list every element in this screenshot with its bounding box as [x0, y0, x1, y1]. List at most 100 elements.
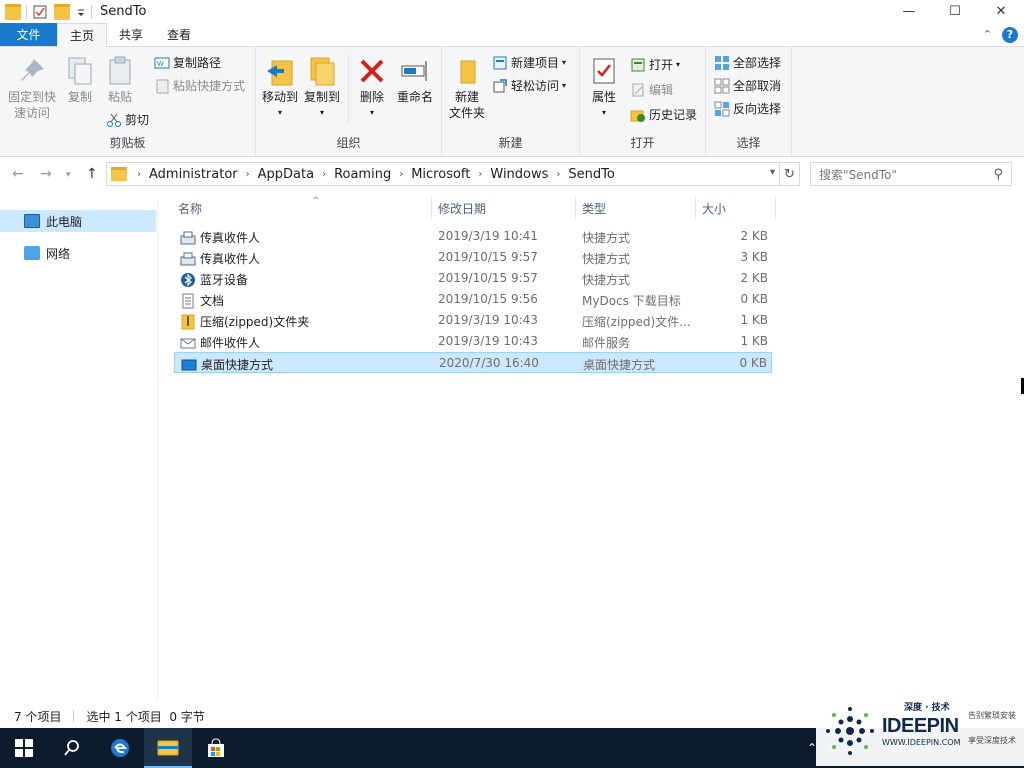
open-button[interactable]: 打开 ▾: [630, 57, 680, 73]
history-button[interactable]: 历史记录: [630, 107, 697, 123]
crumb-roaming[interactable]: Roaming: [330, 167, 395, 182]
table-row[interactable]: 传真收件人 2019/3/19 10:41 快捷方式 2 KB: [174, 226, 772, 247]
copy-to-icon: [306, 55, 338, 87]
new-folder-button[interactable]: 新建 文件夹: [446, 55, 488, 121]
tab-home[interactable]: 主页: [57, 23, 108, 47]
maximize-button[interactable]: ☐: [932, 0, 978, 23]
ribbon-tabs: 文件 主页 共享 查看 ⌃ ?: [0, 23, 1024, 47]
minimize-button[interactable]: —: [886, 0, 932, 23]
copy-path-icon: W: [154, 55, 170, 71]
column-header-date[interactable]: 修改日期: [432, 196, 576, 220]
watermark-slogan-1: 告别繁琐安装: [968, 711, 1016, 720]
new-group-label: 新建: [498, 136, 523, 150]
select-group-label: 选择: [736, 136, 761, 150]
organize-group-label: 组织: [336, 136, 361, 150]
fax-icon: [180, 251, 196, 267]
tab-file[interactable]: 文件: [0, 23, 57, 46]
edge-taskbar-button[interactable]: [96, 728, 144, 768]
table-row-selected[interactable]: 桌面快捷方式 2020/7/30 16:40 桌面快捷方式 0 KB: [174, 352, 772, 373]
copy-path-button[interactable]: W 复制路径: [154, 55, 221, 71]
table-row[interactable]: 传真收件人 2019/10/15 9:57 快捷方式 3 KB: [174, 247, 772, 268]
new-folder-qa-icon[interactable]: [54, 3, 70, 20]
properties-button[interactable]: 属性 ▾: [586, 55, 622, 121]
rename-icon: [399, 55, 431, 87]
column-header-size[interactable]: 大小: [696, 196, 776, 220]
delete-x-icon: [356, 55, 388, 87]
watermark-top-text: 深度 · 技术: [904, 703, 950, 713]
search-taskbar-button[interactable]: [48, 728, 96, 768]
select-all-button[interactable]: 全部选择: [714, 55, 781, 71]
column-header-type[interactable]: 类型: [576, 196, 696, 220]
new-item-button[interactable]: 新建项目 ▾: [492, 55, 566, 71]
crumb-appdata[interactable]: AppData: [254, 167, 318, 182]
copy-to-button[interactable]: 复制到 ▾: [302, 55, 342, 121]
select-none-button[interactable]: 全部取消: [714, 78, 781, 94]
computer-icon: [24, 214, 40, 228]
selection-info: 选中 1 个项目 0 字节: [86, 709, 205, 724]
start-button[interactable]: [0, 728, 48, 768]
window-title: SendTo: [100, 4, 147, 19]
title-bar: SendTo — ☐ ✕: [0, 0, 1024, 23]
column-header-name[interactable]: ^ 名称: [172, 196, 432, 220]
edge-icon: [111, 739, 129, 757]
search-input[interactable]: 搜索"SendTo" ⚲: [810, 162, 1012, 186]
paste-button[interactable]: 粘贴: [102, 55, 138, 105]
open-group: 属性 ▾ 打开 ▾ 编辑 历史记录 打开: [580, 47, 706, 155]
help-icon[interactable]: ?: [1002, 26, 1018, 43]
desktop-icon: [181, 357, 197, 373]
back-arrow-icon[interactable]: ←: [12, 166, 24, 182]
nav-item-network[interactable]: 网络: [0, 242, 156, 264]
search-icon: ⚲: [993, 167, 1003, 182]
svg-text:W: W: [157, 61, 164, 68]
tab-share[interactable]: 共享: [107, 23, 155, 46]
table-row[interactable]: 文档 2019/10/15 9:56 MyDocs 下载目标 0 KB: [174, 289, 772, 310]
properties-qa-icon[interactable]: [32, 4, 48, 20]
new-item-icon: [492, 55, 508, 71]
file-list: ^ 名称 修改日期 类型 大小 传真收件人 2019/3/19 10:41 快捷…: [158, 190, 1024, 700]
table-row[interactable]: 邮件收件人 2019/3/19 10:43 邮件服务 1 KB: [174, 331, 772, 352]
crumb-administrator[interactable]: Administrator: [145, 167, 242, 182]
store-taskbar-button[interactable]: [192, 728, 240, 768]
rename-button[interactable]: 重命名: [392, 55, 438, 105]
invert-selection-button[interactable]: 反向选择: [714, 101, 781, 117]
documents-icon: [180, 293, 196, 309]
forward-arrow-icon[interactable]: →: [40, 166, 52, 182]
paste-shortcut-button[interactable]: 粘贴快捷方式: [154, 78, 245, 94]
sort-ascending-icon: ^: [312, 196, 320, 206]
select-none-icon: [714, 78, 730, 94]
table-row[interactable]: 压缩(zipped)文件夹 2019/3/19 10:43 压缩(zipped)…: [174, 310, 772, 331]
paste-icon: [104, 55, 136, 87]
scissors-icon: [106, 112, 122, 128]
search-placeholder: 搜索"SendTo": [819, 167, 897, 182]
table-row[interactable]: 蓝牙设备 2019/10/15 9:57 快捷方式 2 KB: [174, 268, 772, 289]
invert-selection-icon: [714, 101, 730, 117]
nav-item-this-pc[interactable]: 此电脑: [0, 210, 156, 232]
crumb-windows[interactable]: Windows: [486, 167, 552, 182]
delete-button[interactable]: 删除 ▾: [354, 55, 390, 121]
clipboard-group-label: 剪贴板: [109, 136, 146, 150]
ideepin-watermark: 深度 · 技术 IDEEPIN WWW.IDEEPIN.COM 告别繁琐安装 享…: [816, 696, 1024, 766]
up-arrow-icon[interactable]: ↑: [86, 166, 98, 182]
refresh-icon[interactable]: ↻: [780, 162, 800, 186]
crumb-microsoft[interactable]: Microsoft: [407, 167, 474, 182]
expand-ribbon-icon[interactable]: ⌃: [983, 28, 992, 41]
file-explorer-taskbar-button[interactable]: [144, 728, 192, 768]
move-to-button[interactable]: 移动到 ▾: [260, 55, 300, 121]
move-to-icon: [264, 55, 296, 87]
crumb-sendto[interactable]: SendTo: [564, 167, 618, 182]
organize-group: 移动到 ▾ 复制到 ▾ 删除 ▾ 重命名 组织: [256, 47, 442, 155]
address-bar[interactable]: › Administrator › AppData › Roaming › Mi…: [106, 162, 780, 186]
windows-logo-icon: [15, 739, 33, 757]
customize-qa-icon[interactable]: [76, 4, 86, 20]
pin-quick-access-button[interactable]: 固定到快 速访问: [6, 55, 58, 121]
address-dropdown-chevron-icon[interactable]: ▾: [770, 167, 775, 178]
close-button[interactable]: ✕: [978, 0, 1024, 23]
edit-button[interactable]: 编辑: [630, 82, 673, 98]
file-explorer-window: SendTo — ☐ ✕ 文件 主页 共享 查看 ⌃ ? 固定到快 速访问 复制…: [0, 0, 1024, 728]
copy-button[interactable]: 复制: [62, 55, 98, 105]
easy-access-button[interactable]: 轻松访问 ▾: [492, 78, 566, 94]
cut-button[interactable]: 剪切: [106, 112, 149, 128]
watermark-url: WWW.IDEEPIN.COM: [882, 738, 961, 747]
recent-locations-chevron-icon[interactable]: ▾: [66, 170, 71, 180]
tab-view[interactable]: 查看: [155, 23, 203, 46]
